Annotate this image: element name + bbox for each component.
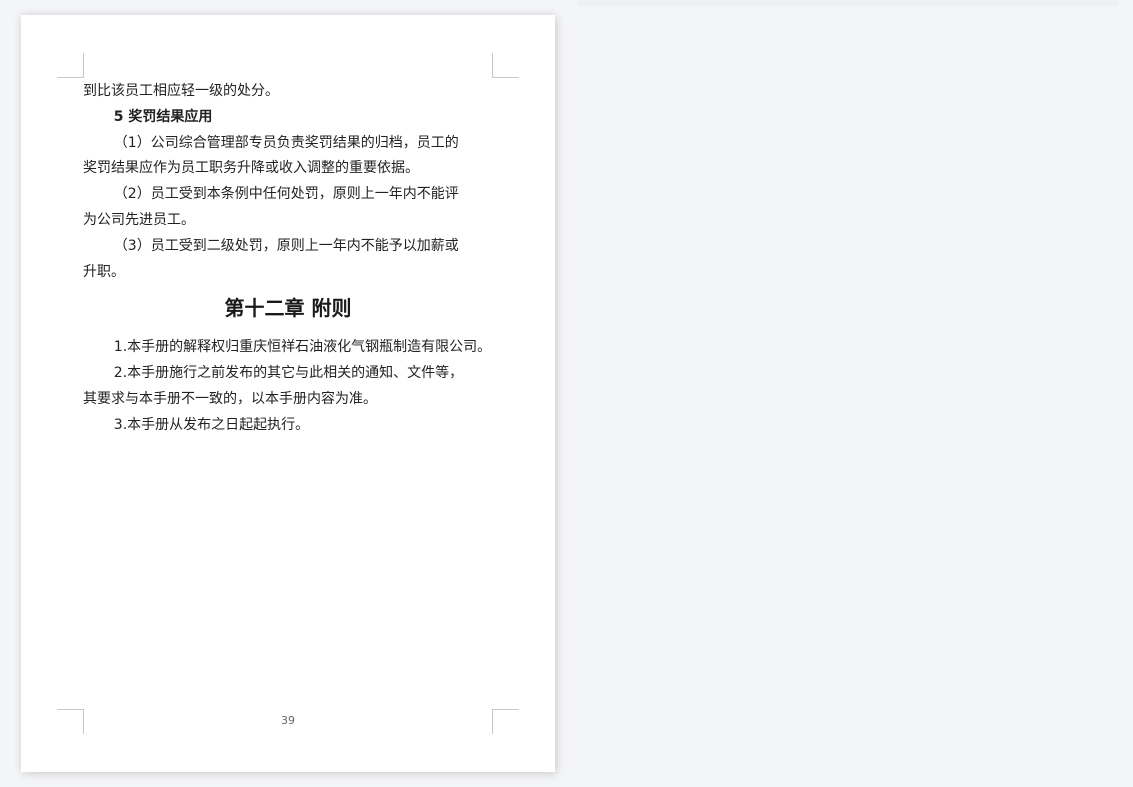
next-page-edge — [578, 0, 1118, 6]
section-heading: 5 奖罚结果应用 — [113, 108, 213, 125]
paragraph-line: 3.本手册从发布之日起起执行。 — [113, 416, 310, 433]
page-number: 39 — [281, 714, 295, 727]
paragraph-line: 其要求与本手册不一致的，以本手册内容为准。 — [83, 390, 377, 407]
paragraph-line: （1）公司综合管理部专员负责奖罚结果的归档，员工的 — [113, 134, 459, 151]
page-content[interactable]: 到比该员工相应轻一级的处分。 5 奖罚结果应用 （1）公司综合管理部专员负责奖罚… — [83, 79, 493, 439]
document-viewport[interactable]: 到比该员工相应轻一级的处分。 5 奖罚结果应用 （1）公司综合管理部专员负责奖罚… — [0, 0, 1133, 787]
paragraph-line: 到比该员工相应轻一级的处分。 — [83, 83, 279, 99]
document-page[interactable]: 到比该员工相应轻一级的处分。 5 奖罚结果应用 （1）公司综合管理部专员负责奖罚… — [21, 15, 555, 772]
crop-mark-top-left — [57, 53, 84, 78]
paragraph-line: 2.本手册施行之前发布的其它与此相关的通知、文件等， — [113, 365, 464, 382]
crop-mark-top-right — [492, 53, 519, 78]
paragraph-line: （3）员工受到二级处罚，原则上一年内不能予以加薪或 — [113, 237, 459, 254]
chapter-title: 第十二章 附则 — [224, 296, 352, 321]
paragraph-line: 升职。 — [83, 263, 125, 280]
paragraph-line: （2）员工受到本条例中任何处罚，原则上一年内不能评 — [113, 186, 459, 203]
paragraph-line: 1.本手册的解释权归重庆恒祥石油液化气钢瓶制造有限公司。 — [113, 339, 492, 356]
paragraph-line: 奖罚结果应作为员工职务升降或收入调整的重要依据。 — [83, 160, 419, 177]
paragraph-line: 为公司先进员工。 — [83, 211, 195, 228]
